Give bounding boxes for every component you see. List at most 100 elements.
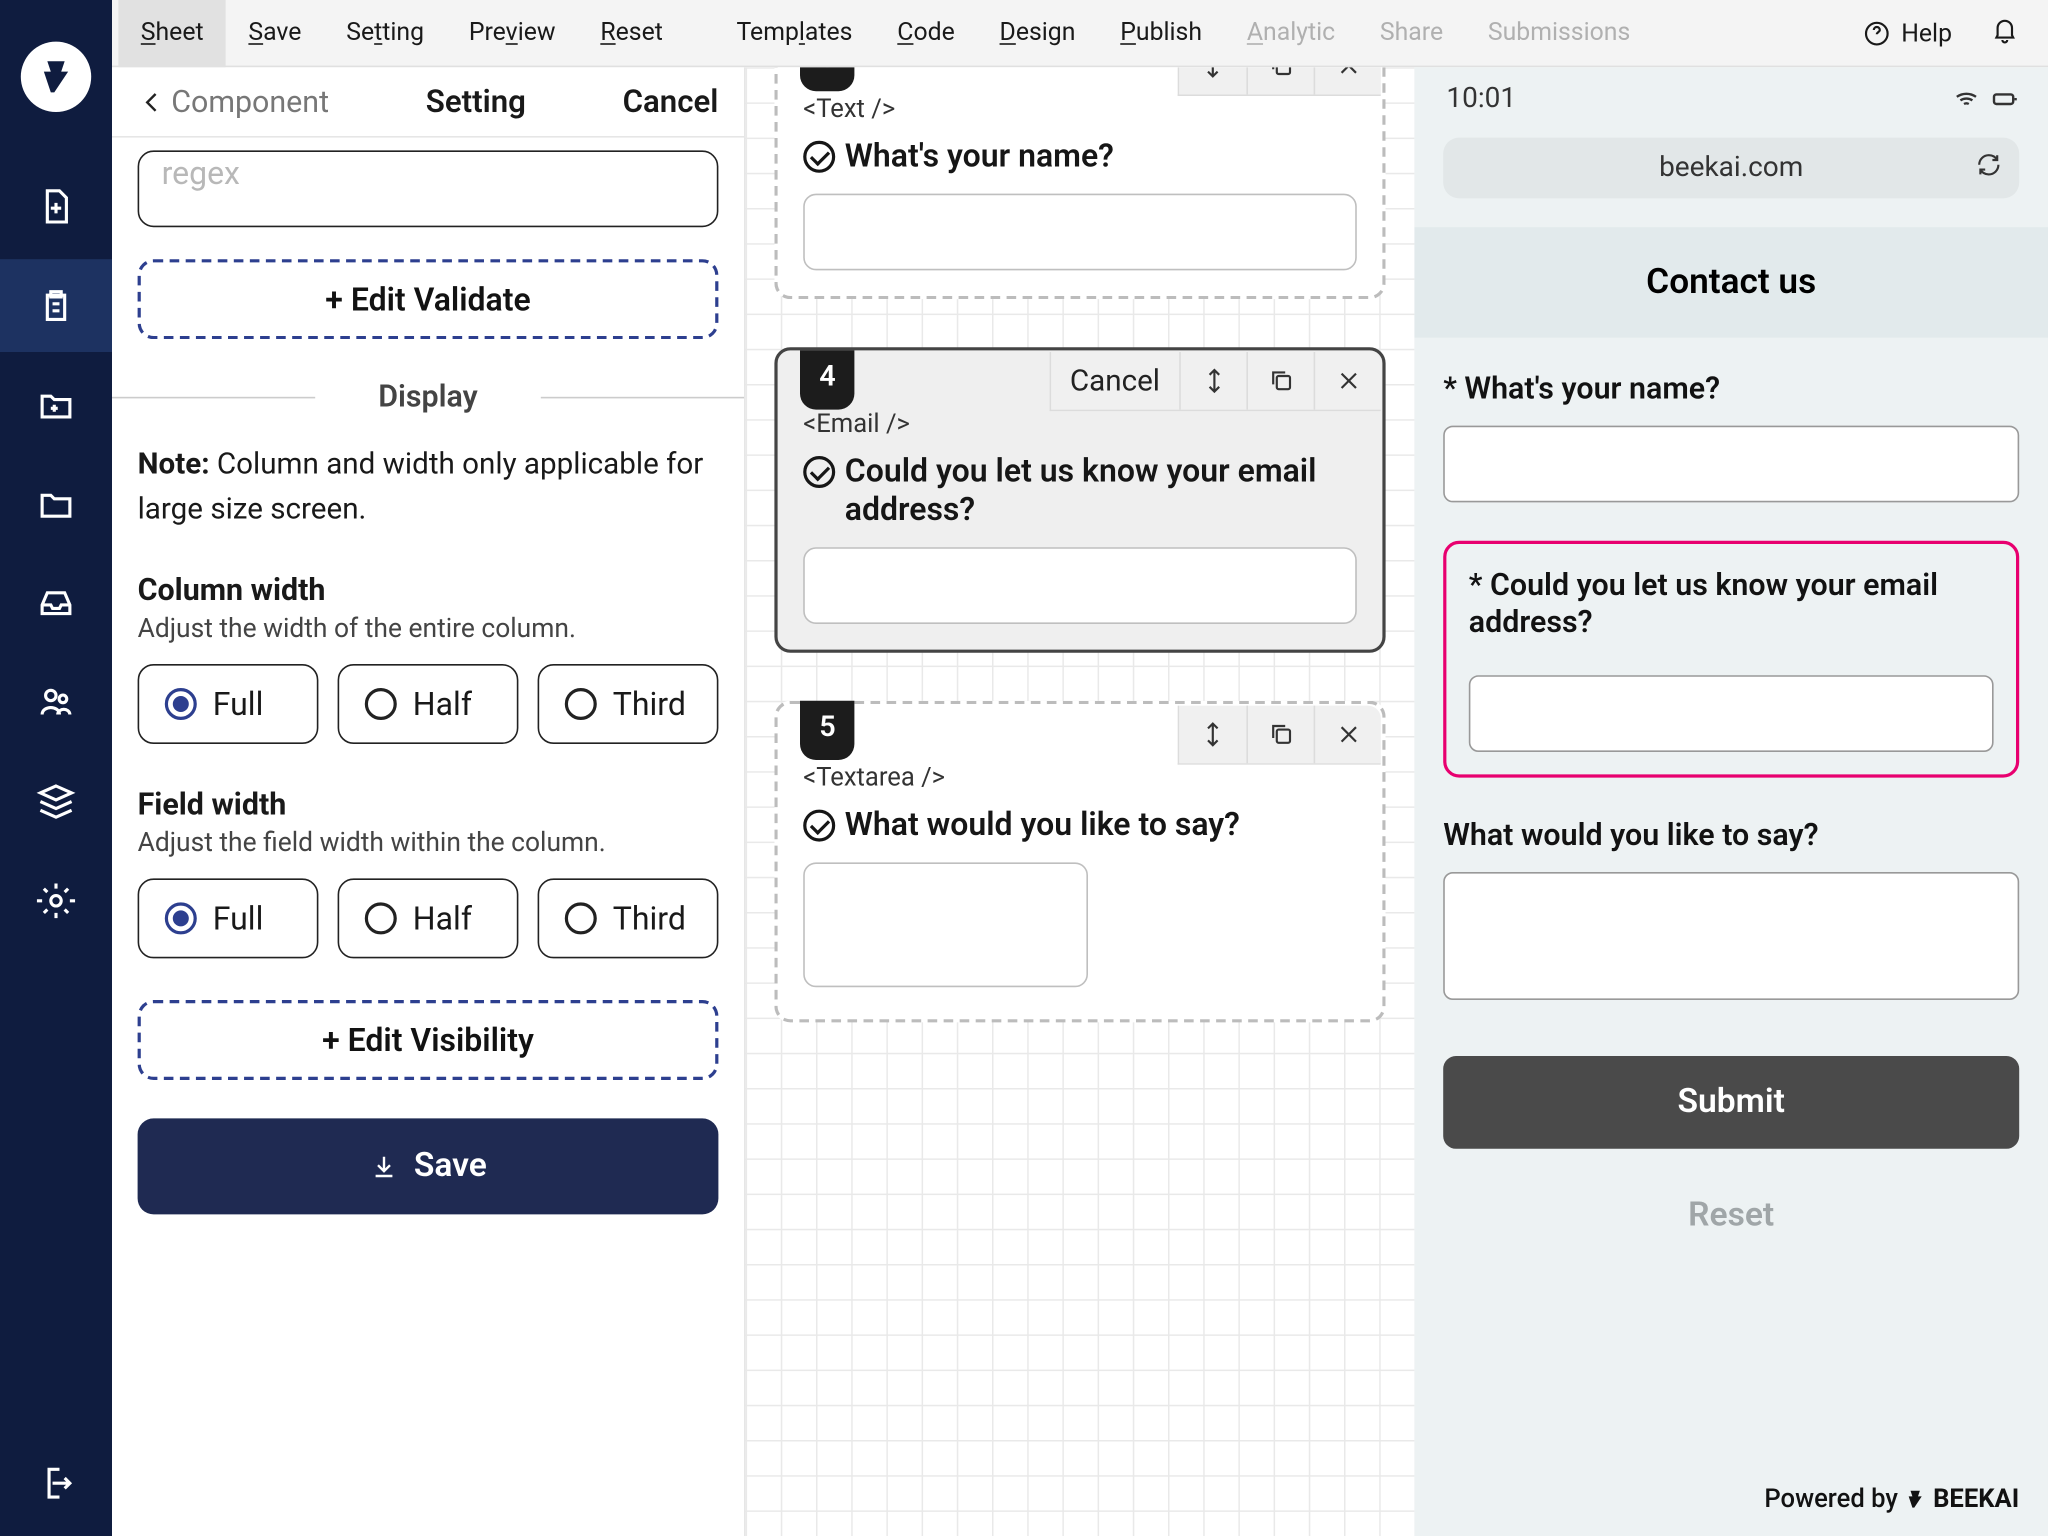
reload-icon[interactable] (1974, 150, 2003, 187)
menu-publish[interactable]: Publish (1098, 0, 1225, 66)
beekai-icon (1904, 1487, 1926, 1509)
canvas-card-4[interactable]: 4 Cancel <Email /> Could you let us know… (774, 347, 1385, 653)
menu-submissions[interactable]: Submissions (1466, 0, 1653, 66)
top-menu: Sheet Save Setting Preview Reset Templat… (112, 0, 2048, 67)
menu-help-label: Help (1901, 18, 1952, 47)
display-section-label: Display (138, 378, 719, 415)
preview-input-name[interactable] (1443, 426, 2019, 503)
back-label: Component (171, 83, 329, 120)
regex-input[interactable]: regex (138, 150, 719, 227)
card-type-tag: <Textarea /> (803, 762, 1357, 792)
menu-preview[interactable]: Preview (446, 0, 577, 66)
field-width-help: Adjust the field width within the column… (138, 828, 719, 858)
nav-clipboard-icon[interactable] (0, 259, 112, 352)
preview-field-message: What would you like to say? (1443, 816, 2019, 1008)
copy-icon[interactable] (1246, 67, 1313, 94)
card-input[interactable] (803, 194, 1357, 271)
preview-field-name: What's your name? (1443, 370, 2019, 503)
menu-save[interactable]: Save (226, 0, 324, 66)
nav-logout-icon[interactable] (0, 1437, 112, 1530)
form-canvas[interactable]: 3 <Text /> What's your name? 4 Cancel (746, 67, 1415, 1536)
panel-cancel-button[interactable]: Cancel (623, 83, 719, 120)
nav-inbox-icon[interactable] (0, 557, 112, 650)
preview-footer: Powered by BEEKAI (1414, 1461, 2048, 1536)
menu-share[interactable]: Share (1358, 0, 1466, 66)
close-icon[interactable] (1314, 706, 1381, 764)
preview-url-bar[interactable]: beekai.com (1443, 138, 2019, 199)
radio-icon (365, 902, 397, 934)
edit-validate-button[interactable]: + Edit Validate (138, 259, 719, 339)
card-question: What's your name? (803, 136, 1357, 174)
nav-new-folder-icon[interactable] (0, 358, 112, 451)
preview-label: What would you like to say? (1443, 816, 1818, 853)
card-type-tag: <Text /> (803, 93, 1357, 123)
radio-icon (365, 687, 397, 719)
menu-code[interactable]: Code (875, 0, 977, 66)
wifi-icon (1952, 85, 1981, 114)
move-icon[interactable] (1179, 352, 1246, 410)
canvas-card-5[interactable]: 5 <Textarea /> What would you like to sa… (774, 701, 1385, 1023)
card-number: 3 (800, 67, 855, 91)
column-width-third[interactable]: Third (538, 663, 719, 743)
move-icon[interactable] (1179, 67, 1246, 94)
preview-submit-button[interactable]: Submit (1443, 1056, 2019, 1149)
check-icon (803, 141, 835, 173)
notifications-icon[interactable] (1968, 15, 2042, 50)
battery-icon (1990, 85, 2019, 114)
menu-design[interactable]: Design (977, 0, 1098, 66)
close-icon[interactable] (1314, 352, 1381, 410)
edit-visibility-button[interactable]: + Edit Visibility (138, 999, 719, 1079)
canvas-card-3[interactable]: 3 <Text /> What's your name? (774, 67, 1385, 299)
field-width-third[interactable]: Third (538, 878, 719, 958)
radio-icon (565, 687, 597, 719)
preview-label: What's your name? (1464, 370, 1720, 407)
check-icon (803, 810, 835, 842)
menu-sheet[interactable]: Sheet (118, 0, 226, 66)
radio-icon (165, 902, 197, 934)
column-width-label: Column width (138, 570, 719, 607)
preview-title: Contact us (1414, 227, 2048, 337)
nav-layers-icon[interactable] (0, 755, 112, 848)
nav-rail (0, 0, 112, 1536)
copy-icon[interactable] (1246, 352, 1313, 410)
preview-field-email: Could you let us know your email address… (1443, 541, 2019, 778)
card-toolbar (1178, 706, 1381, 765)
nav-folder-icon[interactable] (0, 458, 112, 551)
card-toolbar: Cancel (1049, 352, 1381, 411)
close-icon[interactable] (1314, 67, 1381, 94)
column-width-half[interactable]: Half (338, 663, 519, 743)
menu-setting[interactable]: Setting (324, 0, 447, 66)
preview-input-email[interactable] (1469, 675, 1994, 752)
card-question: What would you like to say? (803, 805, 1357, 843)
menu-templates[interactable]: Templates (714, 0, 875, 66)
column-width-help: Adjust the width of the entire column. (138, 614, 719, 644)
back-button[interactable]: Component (138, 83, 329, 120)
card-cancel-button[interactable]: Cancel (1051, 352, 1180, 410)
card-type-tag: <Email /> (803, 408, 1357, 438)
card-number: 4 (800, 350, 855, 409)
move-icon[interactable] (1179, 706, 1246, 764)
menu-help[interactable]: Help (1847, 18, 1968, 47)
status-time: 10:01 (1446, 83, 1516, 115)
field-width-full[interactable]: Full (138, 878, 319, 958)
menu-analytic[interactable]: Analytic (1224, 0, 1357, 66)
settings-panel: Component Setting Cancel regex + Edit Va… (112, 67, 746, 1536)
card-input[interactable] (803, 547, 1357, 624)
card-number: 5 (800, 701, 855, 760)
radio-icon (165, 687, 197, 719)
nav-new-doc-icon[interactable] (0, 160, 112, 253)
nav-settings-icon[interactable] (0, 854, 112, 947)
field-width-radios: Full Half Third (138, 878, 719, 958)
column-width-full[interactable]: Full (138, 663, 319, 743)
preview-reset-button[interactable]: Reset (1443, 1197, 2019, 1235)
card-textarea[interactable] (803, 862, 1088, 987)
logo-icon (21, 42, 91, 112)
field-width-half[interactable]: Half (338, 878, 519, 958)
radio-icon (565, 902, 597, 934)
menu-reset[interactable]: Reset (578, 0, 685, 66)
preview-textarea-message[interactable] (1443, 872, 2019, 1000)
copy-icon[interactable] (1246, 706, 1313, 764)
save-button[interactable]: Save (138, 1118, 719, 1214)
nav-users-icon[interactable] (0, 656, 112, 749)
preview-pane: 10:01 beekai.com Contact us What's your … (1414, 67, 2048, 1536)
